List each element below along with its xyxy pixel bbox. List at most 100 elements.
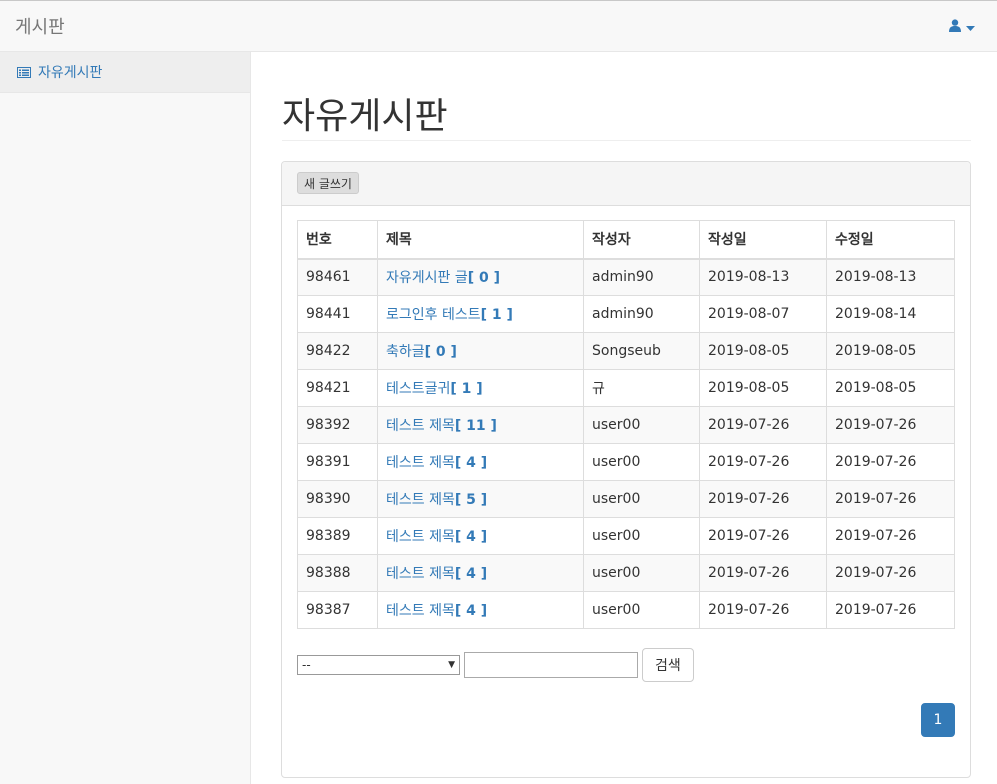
post-title-link[interactable]: 테스트 제목[ 4 ] (386, 603, 487, 619)
cell-created: 2019-07-26 (699, 443, 827, 481)
cell-author: admin90 (583, 295, 700, 333)
post-title-text: 테스트글귀 (386, 381, 451, 397)
reply-count: [ 0 ] (467, 270, 501, 287)
cell-modified: 2019-07-26 (826, 554, 955, 592)
cell-author: 규 (583, 369, 700, 407)
cell-author: user00 (583, 443, 700, 481)
post-title-text: 테스트 제목 (386, 418, 455, 434)
cell-modified: 2019-07-26 (826, 517, 955, 555)
reply-count: [ 4 ] (454, 529, 488, 545)
cell-title: 축하글[ 0 ] (377, 332, 584, 370)
table-row: 98461 자유게시판 글[ 0 ] admin90 2019-08-13 2019-0… (297, 258, 955, 296)
sidebar: 자유게시판 (0, 52, 251, 784)
column-header-no: 번호 (297, 220, 378, 260)
cell-modified: 2019-08-05 (826, 332, 955, 370)
cell-author: user00 (583, 517, 700, 555)
post-title-text: 테스트 제목 (386, 455, 455, 471)
table-row: 98422 축하글[ 0 ] Songseub 2019-08-05 2019-08-0… (297, 332, 955, 370)
table-row: 98389 테스트 제목[ 4 ] user00 2019-07-26 2019-07-… (297, 517, 955, 555)
post-title-link[interactable]: 테스트 제목[ 4 ] (386, 566, 487, 582)
cell-no: 98388 (297, 554, 378, 592)
cell-created: 2019-08-07 (699, 295, 827, 333)
post-title-text: 테스트 제목 (386, 492, 455, 508)
cell-modified: 2019-08-05 (826, 369, 955, 407)
board-panel: 새 글쓰기 번호 제목 작성자 작성일 수정일 98461 자유게시판 글[ 0 … (281, 161, 971, 778)
table-row: 98390 테스트 제목[ 5 ] user00 2019-07-26 2019-07-… (297, 480, 955, 518)
column-header-created: 작성일 (699, 220, 827, 260)
dropdown-arrow-icon: ▼ (448, 660, 455, 670)
list-icon (17, 66, 31, 78)
cell-created: 2019-08-05 (699, 369, 827, 407)
post-title-link[interactable]: 테스트 제목[ 4 ] (386, 529, 487, 545)
cell-author: user00 (583, 554, 700, 592)
cell-modified: 2019-08-13 (826, 258, 955, 296)
new-post-button[interactable]: 새 글쓰기 (297, 172, 359, 194)
navbar: 게시판 (0, 0, 997, 52)
post-title-link[interactable]: 테스트 제목[ 5 ] (386, 492, 487, 508)
post-title-text: 테스트 제목 (386, 566, 455, 582)
cell-title: 테스트 제목[ 4 ] (377, 554, 584, 592)
caret-down-icon (966, 19, 975, 35)
post-title-link[interactable]: 축하글[ 0 ] (386, 344, 457, 360)
cell-title: 테스트 제목[ 11 ] (377, 406, 584, 444)
cell-no: 98390 (297, 480, 378, 518)
search-input[interactable] (464, 652, 638, 678)
cell-no: 98441 (297, 295, 378, 333)
cell-created: 2019-07-26 (699, 406, 827, 444)
cell-author: user00 (583, 480, 700, 518)
table-row: 98388 테스트 제목[ 4 ] user00 2019-07-26 2019-07-… (297, 554, 955, 592)
cell-created: 2019-07-26 (699, 554, 827, 592)
search-type-select[interactable]: -- ▼ (297, 655, 460, 675)
cell-no: 98461 (297, 258, 378, 296)
column-header-author: 작성자 (583, 220, 700, 260)
sidebar-item-free-board[interactable]: 자유게시판 (0, 52, 250, 93)
reply-count: [ 5 ] (454, 492, 488, 508)
cell-created: 2019-08-13 (699, 258, 827, 296)
post-title-link[interactable]: 테스트 제목[ 4 ] (386, 455, 487, 471)
cell-created: 2019-07-26 (699, 517, 827, 555)
cell-title: 테스트글귀[ 1 ] (377, 369, 584, 407)
cell-author: user00 (583, 406, 700, 444)
table-row: 98441 로그인후 테스트[ 1 ] admin90 2019-08-07 2019-… (297, 295, 955, 333)
reply-count: [ 4 ] (454, 566, 488, 582)
cell-modified: 2019-07-26 (826, 591, 955, 629)
page-title: 자유게시판 (282, 96, 448, 137)
brand-title[interactable]: 게시판 (15, 13, 65, 39)
post-title-link[interactable]: 로그인후 테스트[ 1 ] (386, 307, 513, 323)
search-type-value: -- (302, 658, 311, 672)
post-title-link[interactable]: 자유게시판 글[ 0 ] (386, 270, 500, 286)
pagination-page-button[interactable]: 1 (921, 703, 955, 737)
user-menu-toggle[interactable] (949, 17, 975, 37)
search-bar: -- ▼ 검색 (297, 648, 694, 682)
table-row: 98392 테스트 제목[ 11 ] user00 2019-07-26 2019-07… (297, 406, 955, 444)
reply-count: [ 11 ] (454, 418, 497, 434)
cell-no: 98392 (297, 406, 378, 444)
panel-heading: 새 글쓰기 (282, 162, 970, 206)
cell-created: 2019-08-05 (699, 332, 827, 370)
search-button[interactable]: 검색 (642, 648, 694, 682)
cell-title: 로그인후 테스트[ 1 ] (377, 295, 584, 333)
cell-no: 98391 (297, 443, 378, 481)
cell-modified: 2019-07-26 (826, 443, 955, 481)
cell-title: 테스트 제목[ 4 ] (377, 443, 584, 481)
post-title-link[interactable]: 테스트 제목[ 11 ] (386, 418, 497, 434)
post-title-text: 테스트 제목 (386, 603, 455, 619)
cell-author: admin90 (583, 258, 700, 296)
column-header-modified: 수정일 (826, 220, 955, 260)
cell-author: Songseub (583, 332, 700, 370)
table-row: 98387 테스트 제목[ 4 ] user00 2019-07-26 2019-07-… (297, 591, 955, 629)
table-row: 98421 테스트글귀[ 1 ] 규 2019-08-05 2019-08-05 (297, 369, 955, 407)
table-row: 98391 테스트 제목[ 4 ] user00 2019-07-26 2019-07-… (297, 443, 955, 481)
board-table: 번호 제목 작성자 작성일 수정일 98461 자유게시판 글[ 0 ] admin… (297, 220, 955, 629)
cell-modified: 2019-07-26 (826, 480, 955, 518)
post-title-link[interactable]: 테스트글귀[ 1 ] (386, 381, 483, 397)
column-header-title: 제목 (377, 220, 584, 260)
cell-no: 98422 (297, 332, 378, 370)
cell-title: 테스트 제목[ 4 ] (377, 591, 584, 629)
cell-modified: 2019-07-26 (826, 406, 955, 444)
cell-title: 테스트 제목[ 4 ] (377, 517, 584, 555)
reply-count: [ 1 ] (450, 381, 483, 397)
post-title-text: 로그인후 테스트 (386, 307, 481, 323)
reply-count: [ 1 ] (480, 307, 513, 323)
post-title-text: 테스트 제목 (386, 529, 455, 545)
